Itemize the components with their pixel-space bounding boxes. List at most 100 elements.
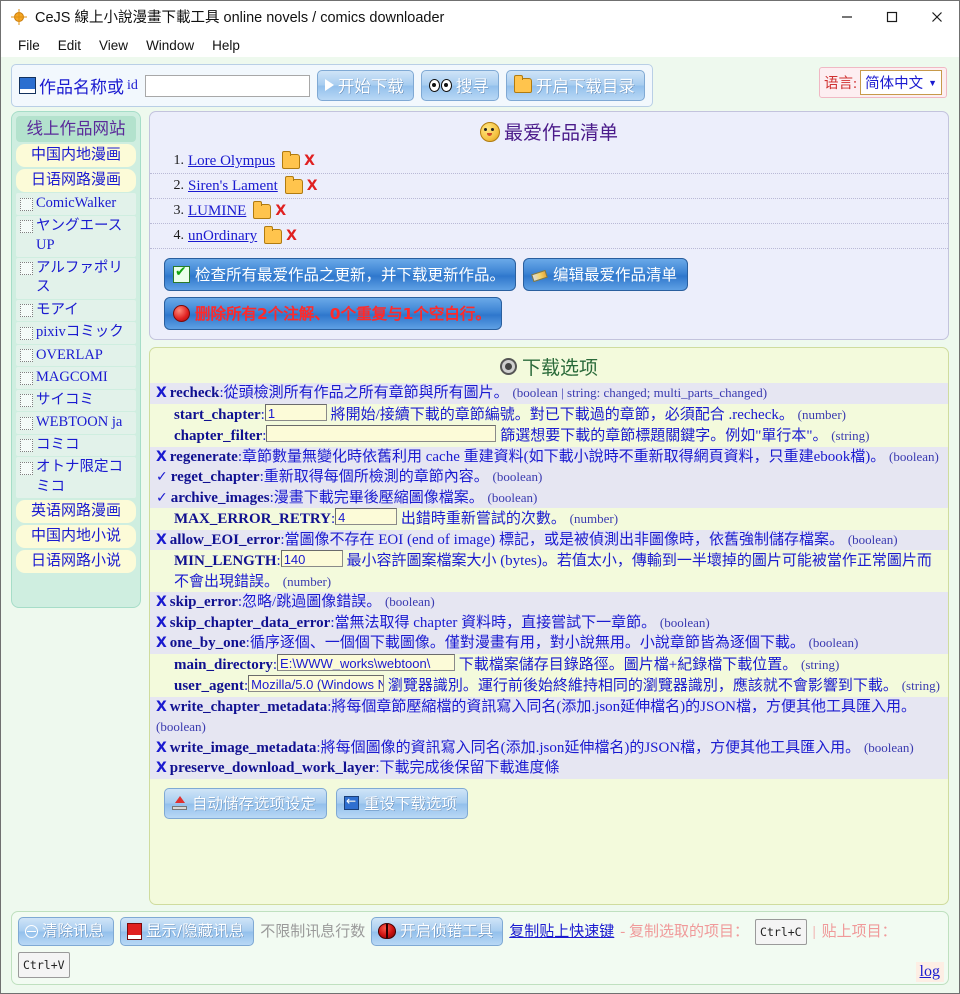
download-option-row[interactable]: user_agent:Mozilla/5.0 (Windows NT 10.0 … xyxy=(150,675,948,697)
log-link[interactable]: log xyxy=(915,962,944,982)
option-value-input[interactable] xyxy=(266,425,497,442)
option-value-input[interactable]: Mozilla/5.0 (Windows NT 10.0 xyxy=(248,675,385,692)
option-checked-icon[interactable]: ✓ xyxy=(156,469,168,485)
download-option-row[interactable]: Xwrite_chapter_metadata:將每個章節壓縮檔的資訊寫入同名(… xyxy=(150,696,948,738)
maximize-icon[interactable] xyxy=(869,1,914,32)
checkbox-icon[interactable] xyxy=(20,262,33,275)
option-unchecked-icon[interactable]: X xyxy=(156,635,167,651)
download-option-row[interactable]: ✓ reget_chapter:重新取得每個所檢測的章節內容。 (boolean) xyxy=(150,467,948,488)
auto-save-label: 自动储存选项设定 xyxy=(192,794,317,813)
sidebar-item[interactable]: pixivコミック xyxy=(16,322,136,344)
favorite-link[interactable]: Lore Olympus xyxy=(188,151,275,171)
option-unchecked-icon[interactable]: X xyxy=(156,615,167,631)
favorite-link[interactable]: LUMINE xyxy=(188,201,246,221)
download-option-row[interactable]: chapter_filter: 篩選想要下載的章節標題關鍵字。例如"單行本"。 … xyxy=(150,425,948,447)
start-download-button[interactable]: 开始下载 xyxy=(316,70,414,101)
open-download-dir-button[interactable]: 开启下载目录 xyxy=(505,70,645,101)
option-unchecked-icon[interactable]: X xyxy=(156,449,167,465)
menu-item-edit[interactable]: Edit xyxy=(49,36,90,55)
language-selector[interactable]: 语言: 简体中文 ▼ xyxy=(819,67,947,98)
option-unchecked-icon[interactable]: X xyxy=(156,740,167,756)
reset-options-button[interactable]: 重设下载选项 xyxy=(336,787,469,819)
sidebar-category[interactable]: 英语网路漫画 xyxy=(16,500,136,523)
check-updates-button[interactable]: 检查所有最爱作品之更新，并下载更新作品。 xyxy=(164,258,517,291)
download-option-row[interactable]: Xregenerate:章節數量無變化時依舊利用 cache 重建資料(如下載小… xyxy=(150,446,948,467)
option-value-input[interactable]: E:\WWW_works\webtoon\ xyxy=(277,653,456,671)
option-value-input[interactable]: 140 xyxy=(280,550,343,567)
download-option-row[interactable]: Xskip_chapter_data_error:當無法取得 chapter 資… xyxy=(150,612,948,633)
checkbox-icon[interactable] xyxy=(20,197,33,211)
download-option-row[interactable]: start_chapter: 1 將開始/接續下載的章節編號。對已下載過的章節，必… xyxy=(150,403,948,426)
edit-favorites-button[interactable]: 编辑最爱作品清单 xyxy=(523,258,689,291)
download-option-row[interactable]: MIN_LENGTH: 140 最小容許圖案檔案大小 (bytes)。若值太小，傳… xyxy=(150,550,948,592)
download-option-row[interactable]: Xone_by_one:循序逐個、一個個下載圖像。僅對漫畫有用，對小說無用。小說… xyxy=(150,633,948,654)
download-option-row[interactable]: Xrecheck:從頭檢測所有作品之所有章節與所有圖片。 (boolean | … xyxy=(150,383,948,404)
checkbox-icon[interactable] xyxy=(20,326,33,340)
checkbox-icon[interactable] xyxy=(20,220,33,233)
checkbox-icon[interactable] xyxy=(20,439,33,452)
option-unchecked-icon[interactable]: X xyxy=(156,385,167,401)
shortcut-separator: | xyxy=(812,923,816,940)
delete-comments-button[interactable]: 删除所有2个注解、0个重复与1个空白行。 xyxy=(164,297,502,330)
menu-item-file[interactable]: File xyxy=(9,36,49,55)
option-unchecked-icon[interactable]: X xyxy=(156,594,167,610)
option-value-input[interactable]: 4 xyxy=(335,508,398,525)
work-name-input[interactable] xyxy=(144,74,310,97)
option-unchecked-icon[interactable]: X xyxy=(156,532,167,548)
sidebar-item[interactable]: オトナ限定コミコ xyxy=(16,457,136,498)
download-option-row[interactable]: MAX_ERROR_RETRY: 4 出錯時重新嘗試的次數。 (number) xyxy=(150,508,948,530)
download-option-row[interactable]: ✓ archive_images:漫畫下載完畢後壓縮圖像檔案。 (boolean) xyxy=(150,487,948,508)
option-unchecked-icon[interactable]: X xyxy=(156,760,167,776)
checkbox-icon[interactable] xyxy=(20,304,33,317)
sidebar-item[interactable]: アルファポリス xyxy=(16,257,136,299)
sidebar-category[interactable]: 中国内地漫画 xyxy=(16,144,136,167)
sidebar-category[interactable]: 日语网路小说 xyxy=(16,550,136,573)
sidebar-item[interactable]: サイコミ xyxy=(16,389,136,411)
sidebar-item[interactable]: コミコ xyxy=(16,434,136,456)
sidebar-item[interactable]: ComicWalker xyxy=(16,193,136,215)
sidebar-item[interactable]: ヤングエースUP xyxy=(16,215,136,257)
toggle-messages-button[interactable]: 显示/隐藏讯息 xyxy=(120,917,255,946)
option-value-input[interactable]: 1 xyxy=(264,403,327,421)
menu-item-window[interactable]: Window xyxy=(137,36,203,55)
favorite-link[interactable]: unOrdinary xyxy=(188,226,257,246)
checkbox-icon[interactable] xyxy=(20,416,33,430)
close-icon[interactable] xyxy=(914,1,959,32)
folder-icon[interactable] xyxy=(253,200,272,219)
remove-favorite-icon[interactable]: X xyxy=(286,226,297,246)
option-checked-icon[interactable]: ✓ xyxy=(156,490,168,506)
download-option-row[interactable]: main_directory: E:\WWW_works\webtoon\ 下載檔… xyxy=(150,653,948,676)
remove-favorite-icon[interactable]: X xyxy=(275,201,286,221)
checkbox-icon[interactable] xyxy=(20,461,33,475)
remove-favorite-icon[interactable]: X xyxy=(307,176,318,196)
sidebar-item[interactable]: OVERLAP xyxy=(16,344,136,366)
sidebar-category[interactable]: 中国内地小说 xyxy=(16,525,136,548)
checkbox-icon[interactable] xyxy=(20,371,33,385)
open-debugger-button[interactable]: 开启侦错工具 xyxy=(371,917,504,946)
folder-icon[interactable] xyxy=(264,225,283,244)
download-option-row[interactable]: Xskip_error:忽略/跳過圖像錯誤。 (boolean) xyxy=(150,592,948,613)
sidebar-item[interactable]: MAGCOMI xyxy=(16,367,136,389)
minimize-icon[interactable] xyxy=(824,1,869,32)
checkbox-icon[interactable] xyxy=(20,349,33,362)
remove-favorite-icon[interactable]: X xyxy=(304,151,315,171)
language-dropdown[interactable]: 简体中文 ▼ xyxy=(860,70,942,95)
search-button[interactable]: 搜寻 xyxy=(420,70,499,101)
sidebar-item[interactable]: モアイ xyxy=(16,299,136,321)
copy-paste-shortcut-link[interactable]: 复制贴上快速键 xyxy=(509,921,614,943)
menu-item-view[interactable]: View xyxy=(90,36,137,55)
sidebar-item[interactable]: WEBTOON ja xyxy=(16,412,136,434)
checkbox-icon[interactable] xyxy=(20,394,33,407)
folder-icon[interactable] xyxy=(284,175,303,194)
download-option-row[interactable]: Xwrite_image_metadata:將每個圖像的資訊寫入同名(添加.js… xyxy=(150,737,948,758)
sidebar-item-label: pixivコミック xyxy=(36,324,124,340)
option-unchecked-icon[interactable]: X xyxy=(156,699,167,715)
menu-item-help[interactable]: Help xyxy=(203,36,249,55)
download-option-row[interactable]: Xpreserve_download_work_layer:下載完成後保留下載進… xyxy=(150,758,948,779)
auto-save-settings-button[interactable]: 自动储存选项设定 xyxy=(164,787,328,819)
clear-messages-button[interactable]: 清除讯息 xyxy=(18,917,115,946)
download-option-row[interactable]: Xallow_EOI_error:當圖像不存在 EOI (end of imag… xyxy=(150,529,948,550)
folder-icon[interactable] xyxy=(282,150,301,169)
favorite-link[interactable]: Siren's Lament xyxy=(188,176,278,196)
sidebar-category[interactable]: 日语网路漫画 xyxy=(16,169,136,192)
